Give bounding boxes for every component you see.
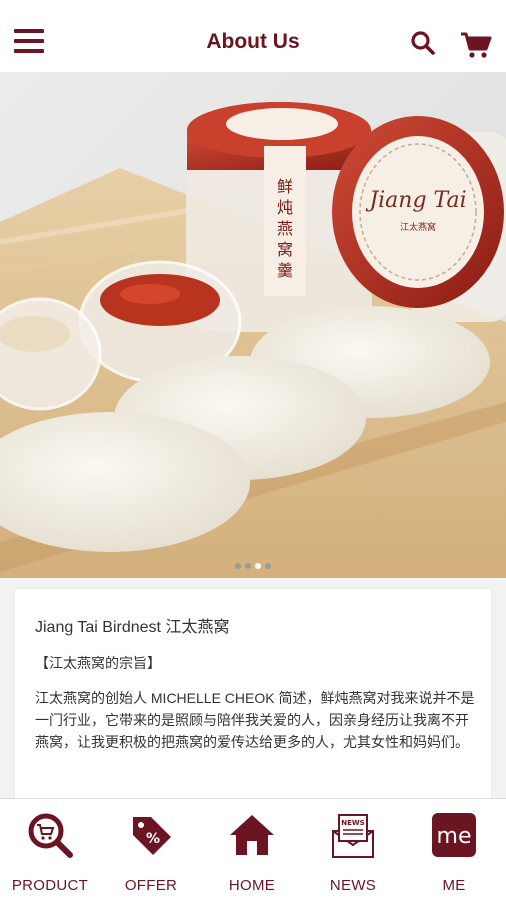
about-card: Jiang Tai Birdnest 江太燕窝 【江太燕窝的宗旨】 江太燕窝的创… <box>14 588 492 800</box>
nav-offer-label: OFFER <box>124 877 178 894</box>
carousel-dot[interactable] <box>265 563 271 569</box>
brand-logo-script: Jiang Tai <box>365 188 466 213</box>
carousel-indicators[interactable] <box>0 556 506 574</box>
about-subtitle: 【江太燕窝的宗旨】 <box>35 655 161 671</box>
about-body: 江太燕窝的创始人 MICHELLE CHEOK 简述，鲜炖燕窝对我来说并不是一门… <box>35 690 475 750</box>
hero-carousel[interactable]: 鲜 炖 燕 窝 羹 Jiang Tai 江太燕窝 <box>0 72 506 578</box>
nav-news[interactable]: NEWS NEWS <box>303 809 403 894</box>
nav-home[interactable]: HOME <box>202 809 302 894</box>
svg-text:窝: 窝 <box>277 240 293 259</box>
nav-me-label: ME <box>442 877 466 894</box>
nav-offer[interactable]: % OFFER <box>101 809 201 894</box>
search-icon[interactable] <box>410 30 436 56</box>
svg-text:me: me <box>437 824 472 849</box>
news-icon: NEWS <box>332 814 374 858</box>
carousel-dot[interactable] <box>245 563 251 569</box>
brand-logo-sub: 江太燕窝 <box>400 221 436 233</box>
hero-image: 鲜 炖 燕 窝 羹 Jiang Tai 江太燕窝 <box>0 72 506 578</box>
about-title: Jiang Tai Birdnest 江太燕窝 <box>35 619 230 636</box>
nav-product[interactable]: PRODUCT <box>0 809 100 894</box>
top-bar: About Us <box>0 0 506 73</box>
svg-text:炖: 炖 <box>277 198 293 217</box>
svg-text:NEWS: NEWS <box>341 819 364 827</box>
home-icon <box>230 815 274 855</box>
offer-tag-icon: % <box>133 817 171 855</box>
svg-text:%: % <box>146 831 160 847</box>
product-search-icon <box>28 813 73 858</box>
nav-home-label: HOME <box>228 877 276 894</box>
carousel-dot-active[interactable] <box>255 563 261 569</box>
carousel-dot[interactable] <box>235 563 241 569</box>
cart-icon[interactable] <box>460 31 492 59</box>
nav-news-label: NEWS <box>329 877 377 894</box>
nav-product-label: PRODUCT <box>11 877 89 894</box>
jar-label-1: 鲜 <box>277 177 293 196</box>
svg-text:羹: 羹 <box>277 261 293 280</box>
bottom-navigation: PRODUCT % OFFER HOME NEWS NEWS me ME <box>0 798 506 901</box>
svg-text:燕: 燕 <box>277 219 293 238</box>
me-icon: me <box>432 813 476 857</box>
nav-me[interactable]: me ME <box>404 809 504 894</box>
